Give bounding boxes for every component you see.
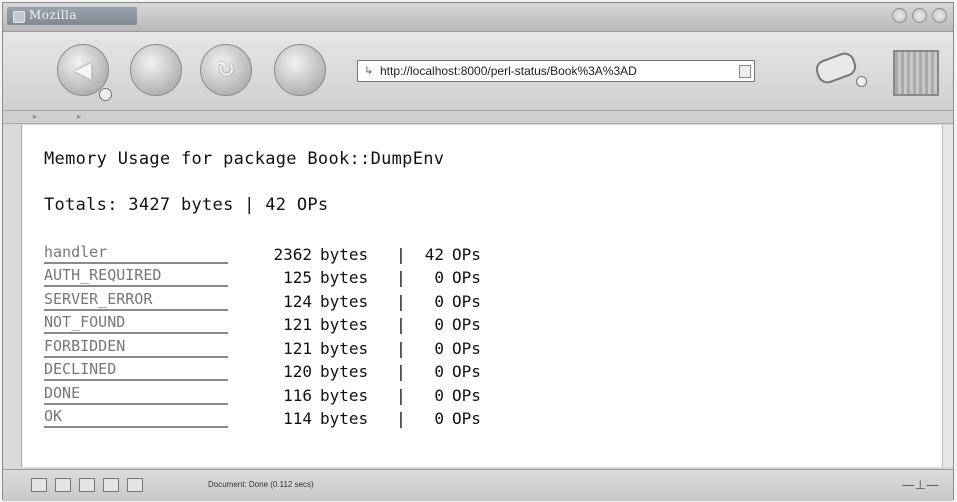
bytes-unit: bytes bbox=[320, 268, 369, 287]
bytes-unit: bytes bbox=[320, 362, 369, 381]
ops-value: 0 bbox=[434, 409, 444, 428]
composer-icon[interactable] bbox=[79, 478, 95, 492]
ops-value: 0 bbox=[434, 385, 444, 405]
function-link[interactable]: OK bbox=[44, 407, 228, 428]
column-separator: | bbox=[396, 385, 406, 405]
back-history-dropdown[interactable] bbox=[99, 88, 112, 101]
reload-button[interactable]: ↻ bbox=[200, 44, 252, 96]
ops-unit: OPs bbox=[452, 362, 481, 381]
bytes-value: 121 bbox=[283, 338, 312, 358]
totals-line: Totals: 3427 bytes | 42 OPs bbox=[44, 195, 329, 215]
chat-icon[interactable] bbox=[127, 478, 143, 492]
window-controls bbox=[892, 8, 947, 23]
stop-button[interactable] bbox=[274, 44, 326, 96]
reload-icon: ↻ bbox=[216, 57, 236, 83]
title-bar[interactable]: Mozilla bbox=[3, 3, 953, 32]
bytes-unit: bytes bbox=[320, 244, 369, 264]
back-arrow-icon: ◀ bbox=[74, 57, 92, 83]
ops-unit: OPs bbox=[452, 385, 481, 405]
table-row: SERVER_ERROR 124 bytes | 0 OPs bbox=[44, 287, 502, 311]
bytes-value: 120 bbox=[283, 362, 312, 381]
column-separator: | bbox=[396, 338, 406, 358]
ops-value: 42 bbox=[424, 244, 444, 264]
table-row: NOT_FOUND 121 bytes | 0 OPs bbox=[44, 311, 502, 334]
url-dropdown-button[interactable] bbox=[739, 65, 751, 78]
ops-unit: OPs bbox=[452, 291, 481, 311]
maximize-icon[interactable] bbox=[912, 8, 927, 23]
page-content: Memory Usage for package Book::DumpEnv T… bbox=[21, 125, 952, 467]
ops-unit: OPs bbox=[452, 244, 481, 264]
memory-usage-table: handler 2362 bytes | 42 OPs AUTH_REQUIRE… bbox=[44, 240, 502, 428]
url-input[interactable]: http://localhost:8000/perl-status/Book%3… bbox=[380, 64, 740, 78]
right-edge-scrollbar[interactable] bbox=[942, 125, 953, 467]
ops-unit: OPs bbox=[452, 409, 481, 428]
close-icon[interactable] bbox=[932, 8, 947, 23]
function-link[interactable]: SERVER_ERROR bbox=[44, 290, 228, 311]
table-row: DECLINED 120 bytes | 0 OPs bbox=[44, 358, 502, 381]
function-link[interactable]: AUTH_REQUIRED bbox=[44, 266, 228, 287]
page-heading: Memory Usage for package Book::DumpEnv bbox=[44, 149, 445, 169]
key-icon bbox=[813, 49, 859, 87]
bytes-unit: bytes bbox=[320, 315, 369, 334]
personal-toolbar: ▸▸ bbox=[3, 111, 953, 124]
table-row: FORBIDDEN 121 bytes | 0 OPs bbox=[44, 334, 502, 358]
mail-icon[interactable] bbox=[55, 478, 71, 492]
throbber-logo[interactable] bbox=[893, 50, 939, 96]
online-status-icon[interactable]: —⊥— bbox=[902, 478, 939, 493]
column-separator: | bbox=[396, 244, 406, 264]
ops-unit: OPs bbox=[452, 315, 481, 334]
column-separator: | bbox=[396, 362, 406, 381]
forward-arrow-icon bbox=[131, 45, 181, 95]
table-row: handler 2362 bytes | 42 OPs bbox=[44, 240, 502, 264]
column-separator: | bbox=[396, 409, 406, 428]
column-separator: | bbox=[396, 268, 406, 287]
window-menu-icon[interactable] bbox=[13, 11, 25, 23]
ops-value: 0 bbox=[434, 338, 444, 358]
function-link[interactable]: DECLINED bbox=[44, 360, 228, 381]
ops-unit: OPs bbox=[452, 338, 481, 358]
search-key-button[interactable] bbox=[808, 46, 868, 96]
table-row: OK 114 bytes | 0 OPs bbox=[44, 405, 502, 428]
function-link[interactable]: NOT_FOUND bbox=[44, 313, 228, 334]
bytes-unit: bytes bbox=[320, 291, 369, 311]
browser-window: Mozilla ◀ ↻ ↳ http://localhost:8000/perl… bbox=[2, 2, 954, 501]
column-separator: | bbox=[396, 291, 406, 311]
window-title: Mozilla bbox=[29, 8, 78, 22]
minimize-icon[interactable] bbox=[892, 8, 907, 23]
title-tab: Mozilla bbox=[7, 7, 137, 25]
toolbar-grippy-icon[interactable]: ▸▸ bbox=[33, 112, 121, 121]
stop-icon bbox=[275, 45, 325, 95]
key-dropdown-icon bbox=[856, 76, 867, 87]
ops-value: 0 bbox=[434, 291, 444, 311]
bytes-value: 124 bbox=[283, 291, 312, 311]
column-separator: | bbox=[396, 315, 406, 334]
ops-unit: OPs bbox=[452, 268, 481, 287]
function-link[interactable]: handler bbox=[44, 243, 228, 264]
address-book-icon[interactable] bbox=[103, 478, 119, 492]
navigation-toolbar: ◀ ↻ ↳ http://localhost:8000/perl-status/… bbox=[3, 32, 953, 111]
bytes-value: 2362 bbox=[273, 244, 312, 264]
ops-value: 0 bbox=[434, 315, 444, 334]
navigator-icon[interactable] bbox=[31, 478, 47, 492]
function-link[interactable]: FORBIDDEN bbox=[44, 337, 228, 358]
bytes-value: 121 bbox=[283, 315, 312, 334]
ops-value: 0 bbox=[434, 362, 444, 381]
forward-button[interactable] bbox=[130, 44, 182, 96]
table-row: DONE 116 bytes | 0 OPs bbox=[44, 381, 502, 405]
table-row: AUTH_REQUIRED 125 bytes | 0 OPs bbox=[44, 264, 502, 287]
url-bar[interactable]: ↳ http://localhost:8000/perl-status/Book… bbox=[357, 60, 755, 82]
page-proxy-icon[interactable]: ↳ bbox=[364, 64, 373, 77]
function-link[interactable]: DONE bbox=[44, 384, 228, 405]
status-bar: Document: Done (0.112 secs) —⊥— bbox=[3, 469, 953, 501]
bytes-value: 114 bbox=[283, 409, 312, 428]
bytes-unit: bytes bbox=[320, 385, 369, 405]
status-text: Document: Done (0.112 secs) bbox=[208, 480, 314, 489]
component-bar bbox=[31, 478, 143, 492]
ops-value: 0 bbox=[434, 268, 444, 287]
bytes-value: 116 bbox=[283, 385, 312, 405]
bytes-unit: bytes bbox=[320, 338, 369, 358]
bytes-unit: bytes bbox=[320, 409, 369, 428]
bytes-value: 125 bbox=[283, 268, 312, 287]
